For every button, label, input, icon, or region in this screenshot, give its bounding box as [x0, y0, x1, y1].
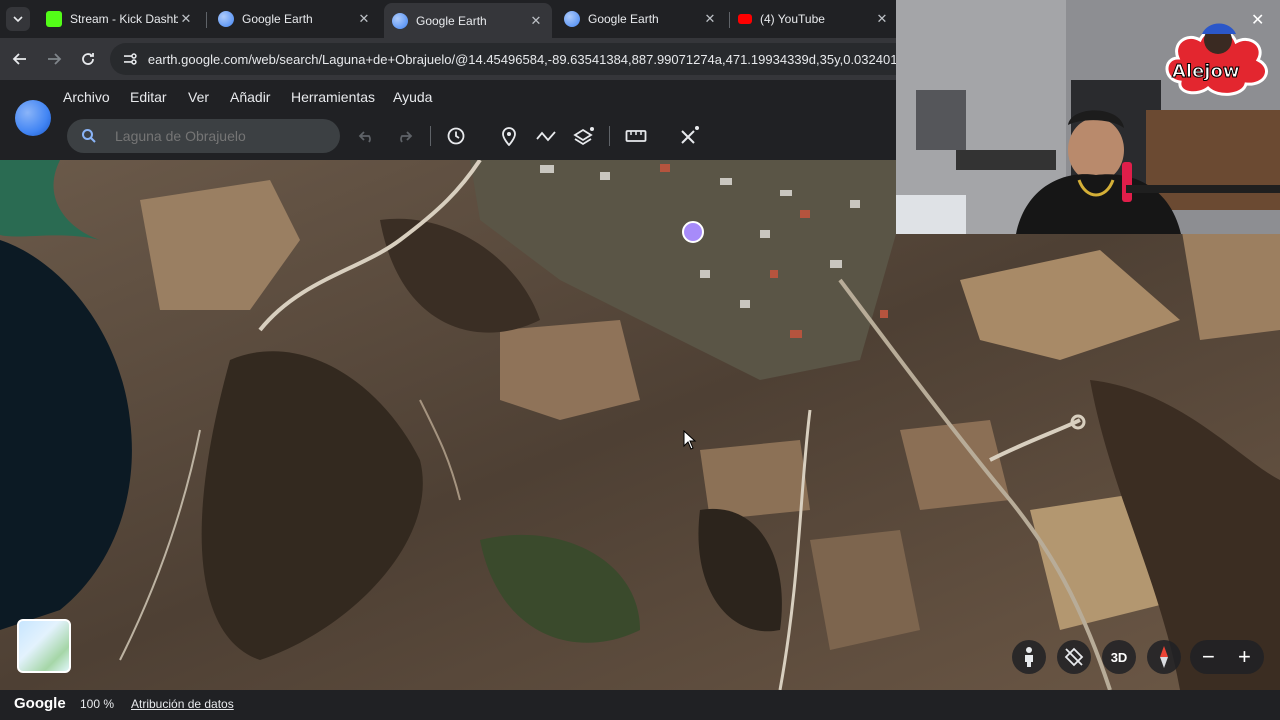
redo-icon — [400, 131, 413, 143]
site-info-icon[interactable] — [122, 51, 138, 67]
projects-button[interactable] — [677, 124, 701, 148]
zoom-in-button[interactable]: + — [1238, 644, 1251, 670]
menu-editar[interactable]: Editar — [130, 89, 167, 105]
arrow-right-icon — [48, 53, 62, 65]
google-wordmark: Google — [14, 695, 66, 712]
chevron-down-icon — [13, 16, 23, 23]
google-earth-icon — [218, 11, 234, 27]
projects-icon — [681, 126, 699, 144]
menu-archivo[interactable]: Archivo — [63, 89, 110, 105]
compass-icon — [1160, 646, 1168, 668]
data-attribution-link[interactable]: Atribución de datos — [131, 697, 234, 711]
measure-button[interactable] — [624, 124, 648, 148]
redo-button[interactable] — [392, 124, 416, 148]
tab-kick[interactable]: Stream - Kick Dashbc ✕ — [40, 5, 200, 33]
tab-title: Stream - Kick Dashbc — [70, 12, 178, 26]
google-earth-icon — [564, 11, 580, 27]
tab-google-earth-1[interactable]: Google Earth ✕ — [212, 5, 378, 33]
browser-toolbar: earth.google.com/web/search/Laguna+de+Ob… — [0, 38, 900, 80]
history-icon — [447, 127, 465, 145]
close-tab-icon[interactable]: ✕ — [178, 11, 194, 27]
close-tab-icon[interactable]: ✕ — [356, 11, 372, 27]
map-style-thumbnail[interactable] — [17, 619, 71, 673]
menu-ver[interactable]: Ver — [188, 89, 209, 105]
badge-text: Alejow — [1171, 61, 1240, 83]
add-path-button[interactable] — [534, 124, 558, 148]
kick-icon — [46, 11, 62, 27]
back-button[interactable] — [8, 47, 32, 71]
url-text: earth.google.com/web/search/Laguna+de+Ob… — [147, 51, 900, 67]
tab-list-button[interactable] — [6, 7, 30, 31]
toggle-tilt-button[interactable] — [1057, 640, 1091, 674]
zoom-out-button[interactable]: − — [1202, 644, 1215, 670]
close-tab-icon[interactable]: ✕ — [528, 13, 544, 29]
tab-title: Google Earth — [588, 12, 659, 26]
menu-anadir[interactable]: Añadir — [230, 89, 270, 105]
pegman-icon — [1025, 647, 1033, 667]
mouse-cursor-icon — [683, 430, 697, 450]
arrow-left-icon — [12, 53, 26, 65]
layers-button[interactable] — [572, 124, 596, 148]
tab-youtube[interactable]: (4) YouTube ✕ — [732, 5, 896, 33]
compass-button[interactable] — [1147, 640, 1181, 674]
google-earth-logo[interactable] — [15, 100, 51, 136]
satellite-map[interactable] — [0, 160, 1280, 690]
undo-button[interactable] — [355, 124, 379, 148]
close-tab-icon[interactable]: ✕ — [702, 11, 718, 27]
location-pin[interactable] — [682, 221, 704, 243]
tab-title: (4) YouTube — [760, 12, 825, 26]
no-tilt-icon — [1064, 647, 1084, 667]
tab-google-earth-3[interactable]: Google Earth ✕ — [558, 5, 724, 33]
3d-toggle-button[interactable]: 3D — [1102, 640, 1136, 674]
history-button[interactable] — [444, 124, 468, 148]
google-earth-icon — [392, 12, 408, 29]
tab-title: Google Earth — [416, 13, 487, 28]
add-placemark-button[interactable] — [497, 124, 521, 148]
close-overlay-icon[interactable]: ✕ — [1251, 10, 1264, 30]
youtube-icon — [738, 14, 752, 24]
forward-button[interactable] — [42, 47, 66, 71]
measure-icon — [625, 130, 647, 142]
placemark-icon — [502, 127, 516, 146]
earth-menu-bar: Archivo Editar Ver Añadir Herramientas A… — [0, 80, 896, 114]
zoom-percentage: 100 % — [80, 697, 115, 711]
search-box[interactable] — [67, 119, 340, 153]
menu-herramientas[interactable]: Herramientas — [291, 89, 375, 105]
address-bar[interactable]: earth.google.com/web/search/Laguna+de+Ob… — [110, 43, 900, 75]
streamer-badge-logo — [1165, 23, 1268, 96]
zoom-controls: − + — [1190, 640, 1264, 674]
layers-icon — [573, 127, 594, 146]
close-tab-icon[interactable]: ✕ — [874, 11, 890, 27]
status-bar: Google 100 % Atribución de datos — [0, 690, 1280, 720]
street-view-button[interactable] — [1012, 640, 1046, 674]
menu-ayuda[interactable]: Ayuda — [393, 89, 432, 105]
browser-tab-strip: Stream - Kick Dashbc ✕ Google Earth ✕ Go… — [0, 0, 900, 38]
reload-icon — [82, 53, 94, 65]
path-icon — [536, 131, 556, 142]
undo-icon — [358, 131, 371, 143]
reload-button[interactable] — [76, 47, 100, 71]
search-icon — [82, 129, 96, 143]
tab-google-earth-active[interactable]: Google Earth ✕ — [384, 3, 552, 38]
tab-title: Google Earth — [242, 12, 313, 26]
search-input[interactable] — [115, 128, 315, 144]
map-imagery — [0, 160, 1280, 690]
